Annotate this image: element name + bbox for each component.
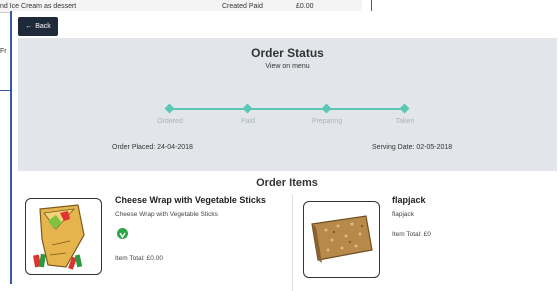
vegetarian-icon xyxy=(117,228,128,239)
background-divider xyxy=(0,90,10,91)
status-progress-track xyxy=(170,108,405,110)
item-description: flapjack xyxy=(392,211,415,218)
background-row-price: £0.00 xyxy=(296,3,314,10)
step-paid-marker xyxy=(242,103,253,114)
order-item-card: Cheese Wrap with Vegetable Sticks Cheese… xyxy=(18,195,288,291)
step-ordered-marker xyxy=(164,103,175,114)
serving-date: Serving Date: 02-05-2018 xyxy=(372,144,453,151)
item-description: Cheese Wrap with Vegetable Sticks xyxy=(115,211,218,218)
order-status-panel: Order Status View on menu Ordered Paid P… xyxy=(18,38,557,171)
order-status-title: Order Status xyxy=(251,46,324,60)
view-on-menu-link[interactable]: View on menu xyxy=(18,63,557,70)
item-name: flapjack xyxy=(392,195,426,205)
item-name: Cheese Wrap with Vegetable Sticks xyxy=(115,195,266,205)
back-button[interactable]: ← Back xyxy=(18,17,58,36)
background-row-item: nd Ice Cream as dessert xyxy=(0,3,77,10)
step-preparing-marker xyxy=(321,103,332,114)
step-taken-label: Taken xyxy=(395,118,415,125)
step-preparing-label: Preparing xyxy=(311,118,343,125)
order-placed-date: Order Placed: 24-04-2018 xyxy=(112,144,193,151)
back-button-label: Back xyxy=(35,23,51,30)
order-detail-modal: ← Back Order Status View on menu Ordered… xyxy=(10,11,560,291)
cheese-wrap-image xyxy=(25,198,102,275)
item-total: Item Total: £0.00 xyxy=(115,255,163,262)
arrow-left-icon: ← xyxy=(25,23,33,30)
step-taken-marker xyxy=(399,103,410,114)
item-total: Item Total: £0 xyxy=(392,231,431,238)
background-side-text: Fr xyxy=(0,48,7,55)
background-row-status: Created Paid xyxy=(222,3,263,10)
step-paid-label: Paid xyxy=(240,118,255,125)
order-items-title: Order Items xyxy=(256,177,318,189)
order-item-card: flapjack flapjack Item Total: £0 xyxy=(292,195,553,291)
flapjack-image xyxy=(303,201,380,278)
step-ordered-label: Ordered xyxy=(157,118,183,125)
